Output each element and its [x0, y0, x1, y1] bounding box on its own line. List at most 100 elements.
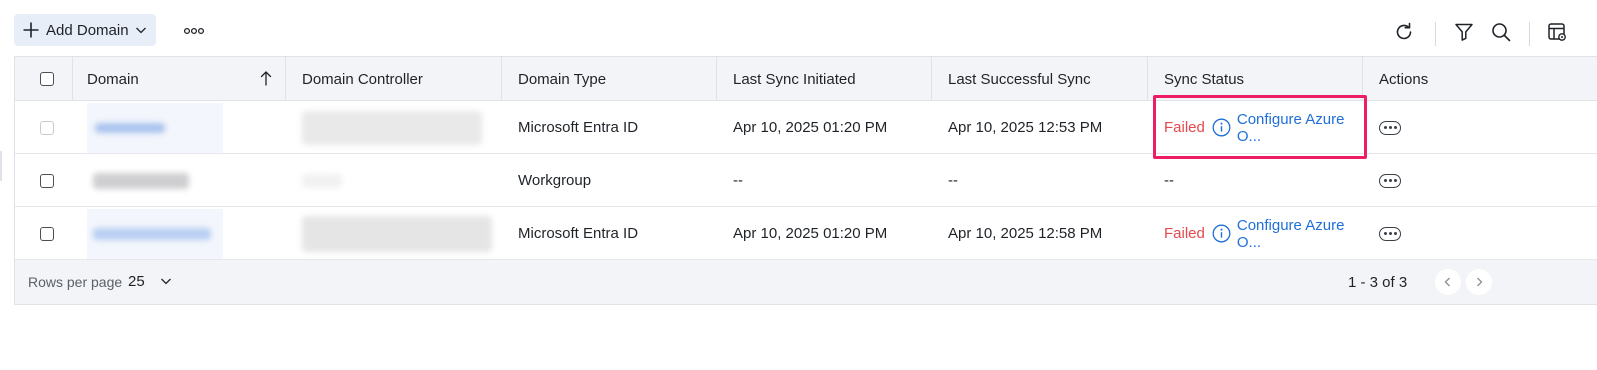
next-page-button[interactable]	[1466, 269, 1492, 295]
search-button[interactable]	[1489, 22, 1513, 46]
column-header-sync-status[interactable]: Sync Status	[1148, 57, 1363, 101]
domain-type-cell: Microsoft Entra ID	[502, 101, 717, 154]
select-all-checkbox[interactable]	[39, 72, 54, 86]
last-successful-sync-text: Apr 10, 2025 12:53 PM	[948, 119, 1103, 136]
edge-marker	[0, 151, 2, 181]
info-icon[interactable]	[1212, 224, 1231, 244]
last-sync-initiated-cell: Apr 10, 2025 01:20 PM	[717, 207, 932, 260]
last-sync-initiated-cell: --	[717, 154, 932, 207]
actions-cell	[1363, 101, 1597, 154]
last-successful-sync-cell: --	[932, 154, 1148, 207]
sync-status-cell: Failed Configure Azure O...	[1148, 101, 1363, 154]
domain-type-text: Microsoft Entra ID	[518, 225, 639, 242]
column-header-domain-type[interactable]: Domain Type	[502, 57, 717, 101]
column-header-domain-controller[interactable]: Domain Controller	[286, 57, 502, 101]
sort-ascending-icon[interactable]	[259, 70, 273, 90]
table-row[interactable]: Workgroup -- -- --	[15, 154, 1597, 207]
more-options-button[interactable]	[180, 20, 208, 40]
filter-button[interactable]	[1452, 22, 1476, 46]
chevron-down-icon	[135, 24, 147, 36]
last-successful-sync-cell: Apr 10, 2025 12:53 PM	[932, 101, 1148, 154]
status-failed-text: Failed	[1164, 225, 1205, 242]
domain-controller-cell	[286, 207, 502, 260]
row-actions-button[interactable]	[1379, 226, 1401, 241]
last-sync-initiated-text: --	[733, 172, 743, 189]
domain-cell	[73, 101, 286, 154]
add-domain-button[interactable]: Add Domain	[14, 14, 156, 46]
column-header-domain[interactable]: Domain	[73, 57, 286, 101]
domain-type-text: Microsoft Entra ID	[518, 119, 639, 136]
status-text: --	[1164, 172, 1174, 189]
configure-azure-link[interactable]: Configure Azure O...	[1237, 111, 1363, 145]
redacted-domain[interactable]	[87, 208, 223, 259]
table-row[interactable]: Microsoft Entra ID Apr 10, 2025 01:20 PM…	[15, 101, 1597, 154]
row-select-cell	[15, 207, 73, 260]
last-sync-initiated-text: Apr 10, 2025 01:20 PM	[733, 225, 888, 242]
redacted-bar	[95, 122, 165, 133]
toolbar-divider	[1435, 22, 1436, 46]
sync-status-cell: --	[1148, 154, 1363, 207]
column-header-label: Actions	[1379, 70, 1429, 88]
redacted-bar	[93, 227, 211, 240]
previous-page-button[interactable]	[1435, 269, 1461, 295]
row-select-cell	[15, 154, 73, 207]
more-dots-icon	[183, 22, 205, 39]
row-actions-button[interactable]	[1379, 120, 1401, 135]
redacted-controller	[302, 215, 492, 252]
row-actions-button[interactable]	[1379, 173, 1401, 188]
column-header-last-successful-sync[interactable]: Last Successful Sync	[932, 57, 1148, 101]
last-successful-sync-text: --	[948, 172, 958, 189]
redacted-bar	[93, 172, 189, 189]
actions-cell	[1363, 154, 1597, 207]
domain-type-text: Workgroup	[518, 172, 592, 189]
table-row[interactable]: Microsoft Entra ID Apr 10, 2025 01:20 PM…	[15, 207, 1597, 260]
domain-cell	[73, 207, 286, 260]
column-header-label: Sync Status	[1164, 70, 1245, 88]
domain-type-cell: Workgroup	[502, 154, 717, 207]
redacted-controller	[302, 173, 342, 188]
header-select-all	[15, 57, 73, 101]
sync-status-cell: Failed Configure Azure O...	[1148, 207, 1363, 260]
column-header-label: Domain Type	[518, 70, 607, 88]
row-checkbox[interactable]	[40, 226, 54, 241]
actions-cell	[1363, 207, 1597, 260]
domain-controller-cell	[286, 101, 502, 154]
table-settings-button[interactable]	[1545, 22, 1569, 46]
refresh-button[interactable]	[1392, 22, 1416, 46]
last-sync-initiated-text: Apr 10, 2025 01:20 PM	[733, 119, 888, 136]
row-checkbox[interactable]	[40, 173, 54, 188]
column-header-label: Last Sync Initiated	[733, 70, 856, 88]
rows-per-page-value[interactable]: 25	[128, 273, 145, 290]
column-header-label: Domain	[87, 70, 139, 88]
table-header: Domain Domain Controller Domain Type Las…	[15, 57, 1597, 101]
column-header-label: Domain Controller	[302, 70, 423, 88]
search-icon	[1490, 21, 1512, 47]
filter-icon	[1453, 21, 1475, 47]
toolbar-divider	[1529, 22, 1530, 46]
chevron-left-icon	[1444, 277, 1450, 287]
configure-azure-link[interactable]: Configure Azure O...	[1237, 217, 1363, 251]
column-header-actions: Actions	[1363, 57, 1597, 101]
chevron-right-icon	[1477, 277, 1483, 287]
domains-table: Domain Domain Controller Domain Type Las…	[14, 56, 1597, 305]
info-icon[interactable]	[1212, 118, 1231, 138]
row-select-cell	[15, 101, 73, 154]
table-settings-icon	[1546, 21, 1568, 47]
redacted-domain	[87, 156, 223, 206]
plus-icon	[22, 21, 40, 39]
redacted-controller	[302, 110, 482, 145]
last-sync-initiated-cell: Apr 10, 2025 01:20 PM	[717, 101, 932, 154]
chevron-down-icon[interactable]	[160, 274, 174, 288]
domain-controller-cell	[286, 154, 502, 207]
last-successful-sync-cell: Apr 10, 2025 12:58 PM	[932, 207, 1148, 260]
row-checkbox[interactable]	[40, 120, 54, 135]
status-failed-text: Failed	[1164, 119, 1205, 136]
column-header-last-sync-initiated[interactable]: Last Sync Initiated	[717, 57, 932, 101]
redacted-domain[interactable]	[87, 102, 223, 153]
domain-type-cell: Microsoft Entra ID	[502, 207, 717, 260]
rows-per-page-label: Rows per page	[28, 274, 123, 290]
domain-cell	[73, 154, 286, 207]
column-header-label: Last Successful Sync	[948, 70, 1091, 88]
last-successful-sync-text: Apr 10, 2025 12:58 PM	[948, 225, 1103, 242]
refresh-icon	[1393, 21, 1415, 47]
